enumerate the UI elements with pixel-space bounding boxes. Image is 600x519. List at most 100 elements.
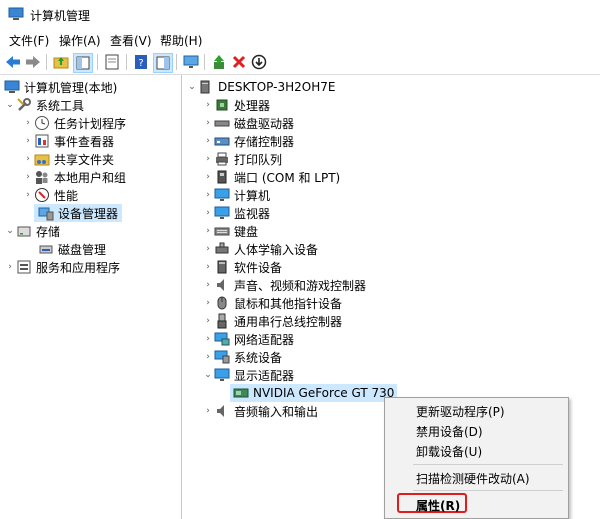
back-arrow-icon[interactable] <box>4 53 22 71</box>
device-category-hid[interactable]: › 人体学输入设备 <box>202 240 318 258</box>
disk-management-icon <box>38 241 54 257</box>
software-device-icon <box>214 259 230 275</box>
mouse-icon <box>214 295 230 311</box>
monitor-icon <box>214 187 230 203</box>
system-device-icon <box>214 349 230 365</box>
menu-bar: 文件(F) 操作(A) 查看(V) 帮助(H) <box>0 30 600 50</box>
menu-action[interactable]: 操作(A) <box>59 32 101 49</box>
chevron-right-icon[interactable]: › <box>202 312 214 330</box>
tree-item-device-manager[interactable]: 设备管理器 <box>34 204 123 222</box>
computer-management-app-icon <box>8 7 24 20</box>
chevron-right-icon[interactable]: › <box>202 276 214 294</box>
menu-properties[interactable]: 属性(R) <box>416 497 460 514</box>
chevron-right-icon[interactable]: › <box>202 348 214 366</box>
chevron-right-icon[interactable]: › <box>202 96 214 114</box>
event-viewer-icon <box>34 133 50 149</box>
tree-item-event-viewer[interactable]: › 事件查看器 <box>22 132 114 150</box>
chevron-down-icon[interactable]: ⌄ <box>4 96 16 114</box>
menu-scan-hardware-changes[interactable]: 扫描检测硬件改动(A) <box>416 470 530 487</box>
device-category-usb[interactable]: › 通用串行总线控制器 <box>202 312 342 330</box>
chevron-right-icon[interactable]: › <box>202 222 214 240</box>
chevron-right-icon[interactable]: › <box>4 258 16 276</box>
services-icon <box>16 259 32 275</box>
chevron-down-icon[interactable]: ⌄ <box>186 78 198 96</box>
disk-drive-icon <box>214 115 230 131</box>
disable-device-icon[interactable] <box>250 53 268 71</box>
keyboard-icon <box>214 223 230 239</box>
computer-management-icon <box>4 79 20 95</box>
chevron-right-icon[interactable]: › <box>22 168 34 186</box>
chevron-right-icon[interactable]: › <box>202 330 214 348</box>
device-category-keyboard[interactable]: › 键盘 <box>202 222 258 240</box>
device-category-disk-drive[interactable]: › 磁盘驱动器 <box>202 114 294 132</box>
tree-item-performance[interactable]: › 性能 <box>22 186 78 204</box>
menu-help[interactable]: 帮助(H) <box>160 32 202 49</box>
chevron-right-icon[interactable]: › <box>202 114 214 132</box>
tree-item-computer-management-local[interactable]: 计算机管理(本地) <box>4 78 117 96</box>
chevron-right-icon[interactable]: › <box>202 258 214 276</box>
device-category-network-adapter[interactable]: › 网络适配器 <box>202 330 294 348</box>
device-category-software-device[interactable]: › 软件设备 <box>202 258 282 276</box>
monitor-icon[interactable] <box>182 53 200 71</box>
menu-disable-device[interactable]: 禁用设备(D) <box>416 423 483 440</box>
chevron-right-icon[interactable]: › <box>22 132 34 150</box>
chevron-right-icon[interactable]: › <box>22 150 34 168</box>
chevron-right-icon[interactable]: › <box>202 150 214 168</box>
context-menu: 更新驱动程序(P) 禁用设备(D) 卸载设备(U) 扫描检测硬件改动(A) 属性… <box>384 397 569 519</box>
tree-item-system-tools[interactable]: ⌄ 系统工具 <box>4 96 84 114</box>
audio-io-icon <box>214 403 230 419</box>
shared-folder-icon <box>34 151 50 167</box>
update-driver-icon[interactable] <box>210 53 228 71</box>
tree-item-local-users-groups[interactable]: › 本地用户和组 <box>22 168 126 186</box>
monitor-icon <box>214 205 230 221</box>
device-category-display-adapter[interactable]: ⌄ 显示适配器 <box>202 366 294 384</box>
menu-update-driver[interactable]: 更新驱动程序(P) <box>416 403 505 420</box>
chevron-right-icon[interactable]: › <box>202 204 214 222</box>
properties-pane-icon[interactable] <box>73 53 93 73</box>
chevron-right-icon[interactable]: › <box>202 132 214 150</box>
device-category-ports[interactable]: › 端口 (COM 和 LPT) <box>202 168 340 186</box>
device-category-mouse[interactable]: › 鼠标和其他指针设备 <box>202 294 342 312</box>
chevron-right-icon[interactable]: › <box>202 294 214 312</box>
users-icon <box>34 169 50 185</box>
tree-item-services-applications[interactable]: › 服务和应用程序 <box>4 258 120 276</box>
blank-page-icon[interactable] <box>103 53 121 71</box>
uninstall-x-icon[interactable] <box>230 53 248 71</box>
performance-icon <box>34 187 50 203</box>
usb-icon <box>214 313 230 329</box>
tree-item-shared-folders[interactable]: › 共享文件夹 <box>22 150 114 168</box>
menu-file[interactable]: 文件(F) <box>9 32 49 49</box>
device-root-computer[interactable]: ⌄ DESKTOP-3H2OH7E <box>186 78 335 96</box>
chevron-right-icon[interactable]: › <box>22 114 34 132</box>
device-category-processor[interactable]: › 处理器 <box>202 96 270 114</box>
device-category-print-queue[interactable]: › 打印队列 <box>202 150 282 168</box>
svg-text:?: ? <box>138 58 143 69</box>
help-icon[interactable]: ? <box>132 53 150 71</box>
chevron-down-icon[interactable]: ⌄ <box>202 366 214 384</box>
device-category-system-device[interactable]: › 系统设备 <box>202 348 282 366</box>
menu-view[interactable]: 查看(V) <box>110 32 152 49</box>
menu-separator <box>413 464 563 465</box>
device-category-monitor[interactable]: › 监视器 <box>202 204 270 222</box>
device-category-storage-controller[interactable]: › 存储控制器 <box>202 132 294 150</box>
chevron-right-icon[interactable]: › <box>202 168 214 186</box>
chevron-right-icon[interactable]: › <box>202 402 214 420</box>
gpu-icon <box>233 385 249 401</box>
title-bar: 计算机管理 <box>0 0 600 30</box>
forward-arrow-icon[interactable] <box>24 53 42 71</box>
tree-item-storage[interactable]: ⌄ 存储 <box>4 222 60 240</box>
device-category-sound-video-game[interactable]: › 声音、视频和游戏控制器 <box>202 276 366 294</box>
menu-separator <box>413 490 563 491</box>
device-category-computer[interactable]: › 计算机 <box>202 186 270 204</box>
chevron-right-icon[interactable]: › <box>202 186 214 204</box>
folder-up-icon[interactable] <box>52 53 70 71</box>
chevron-right-icon[interactable]: › <box>22 186 34 204</box>
tree-item-task-scheduler[interactable]: › 任务计划程序 <box>22 114 126 132</box>
device-nvidia-gt730[interactable]: NVIDIA GeForce GT 730 <box>230 384 398 402</box>
show-pane-icon[interactable] <box>153 53 173 73</box>
chevron-right-icon[interactable]: › <box>202 240 214 258</box>
chevron-down-icon[interactable]: ⌄ <box>4 222 16 240</box>
tree-item-disk-management[interactable]: 磁盘管理 <box>38 240 106 258</box>
menu-uninstall-device[interactable]: 卸载设备(U) <box>416 443 482 460</box>
device-category-audio-io[interactable]: › 音频输入和输出 <box>202 402 318 420</box>
